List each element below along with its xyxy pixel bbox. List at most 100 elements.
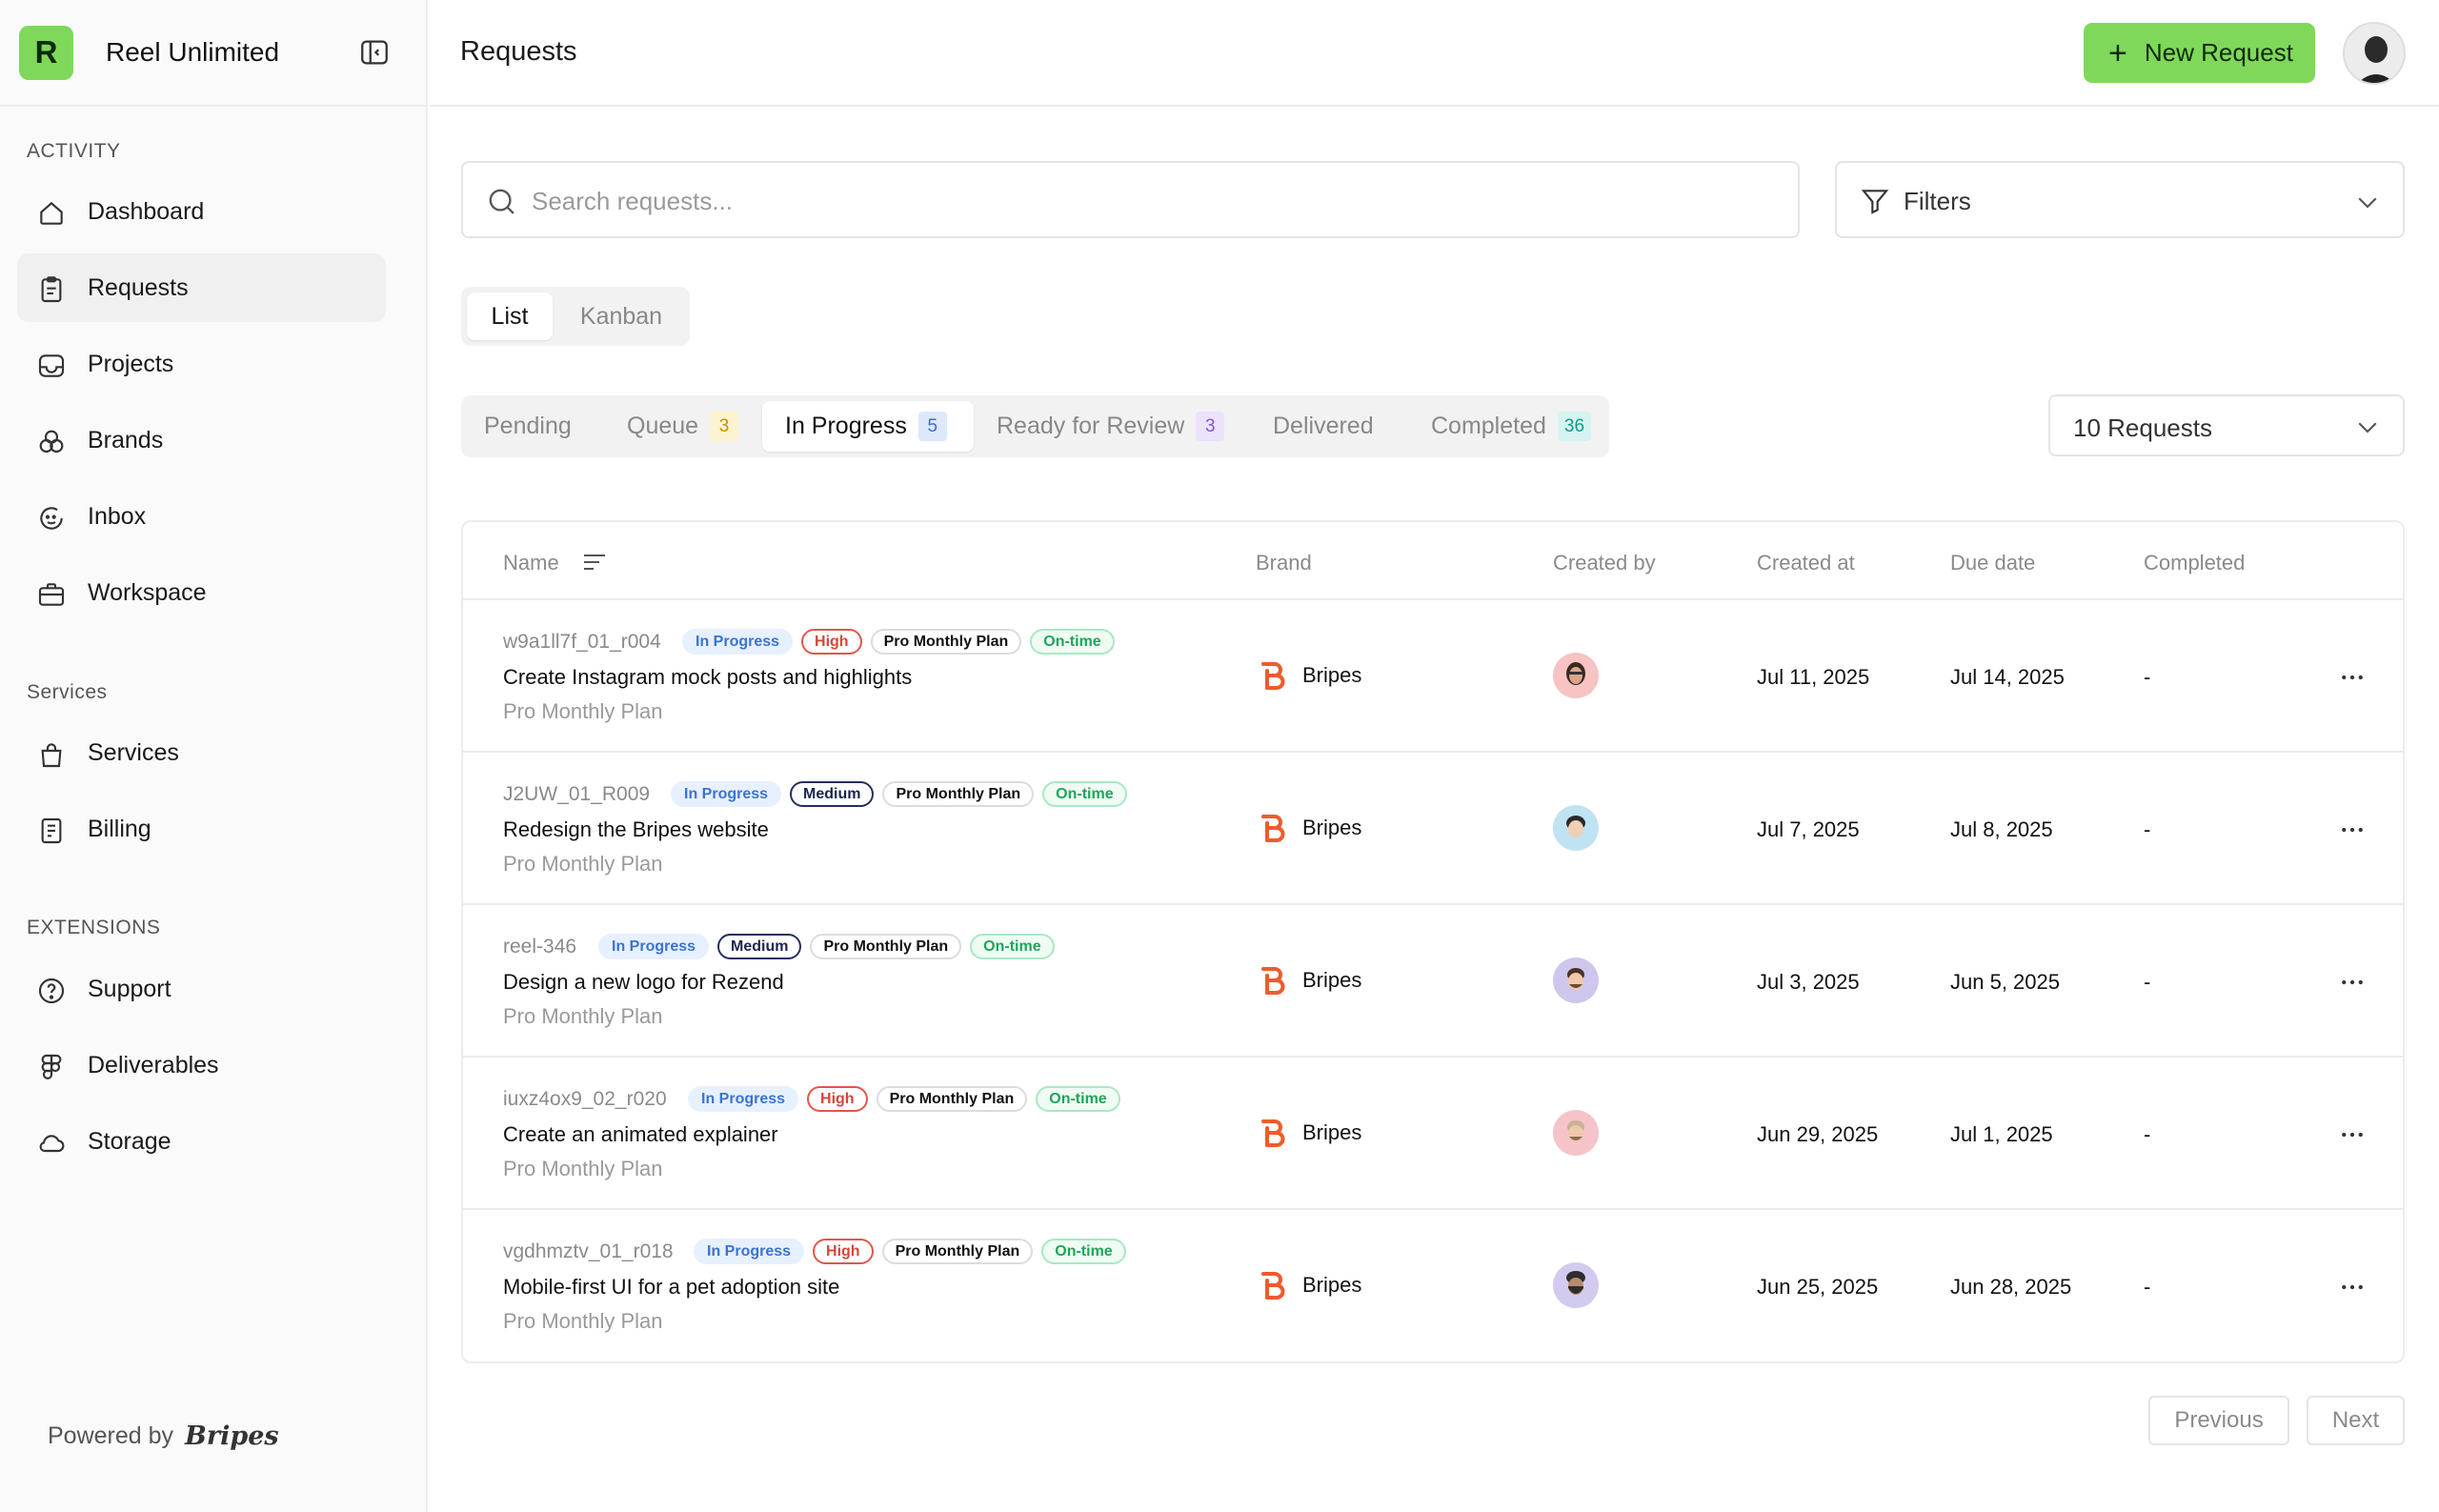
sidebar-toggle-icon[interactable] — [358, 36, 391, 69]
user-avatar[interactable] — [2343, 22, 2406, 85]
home-icon — [36, 198, 67, 229]
due-date: Jul 8, 2025 — [1950, 817, 2053, 841]
shopping-bag-icon — [36, 739, 67, 770]
search-input[interactable] — [532, 180, 1770, 222]
sidebar-item-inbox[interactable]: Inbox — [17, 482, 386, 551]
previous-page-button[interactable]: Previous — [2148, 1396, 2289, 1445]
completed-value: - — [2144, 817, 2151, 841]
request-id: reel-346 — [503, 936, 577, 958]
filters-dropdown[interactable]: Filters — [1835, 161, 2405, 238]
due-date: Jul 1, 2025 — [1950, 1122, 2053, 1146]
sidebar-item-support[interactable]: Support — [17, 955, 386, 1023]
sidebar-item-storage[interactable]: Storage — [17, 1107, 386, 1176]
priority-badge: High — [807, 1086, 868, 1112]
tab-label: Ready for Review — [997, 413, 1185, 439]
per-page-select[interactable]: 10 Requests — [2048, 394, 2405, 456]
created-at: Jun 25, 2025 — [1757, 1275, 1879, 1299]
tab-completed[interactable]: Completed 36 — [1420, 401, 1602, 452]
section-title-services: Services — [27, 681, 108, 703]
tab-queue[interactable]: Queue 3 — [615, 401, 750, 452]
table-row[interactable]: w9a1ll7f_01_r004 In Progress High Pro Mo… — [463, 600, 2403, 753]
request-chips: In Progress High Pro Monthly Plan On-tim… — [688, 1086, 1120, 1112]
sidebar-item-deliverables[interactable]: Deliverables — [17, 1031, 386, 1099]
tab-count-badge: 3 — [1196, 412, 1225, 441]
sidebar-divider — [0, 105, 428, 107]
next-page-button[interactable]: Next — [2307, 1396, 2405, 1445]
chat-icon — [36, 503, 67, 534]
status-badge: In Progress — [694, 1239, 805, 1264]
sidebar-item-dashboard[interactable]: Dashboard — [17, 177, 386, 246]
tab-delivered[interactable]: Delivered — [1261, 401, 1385, 452]
more-options-icon[interactable] — [2338, 1120, 2367, 1149]
app-logo: R — [19, 25, 73, 80]
sidebar-item-projects[interactable]: Projects — [17, 330, 386, 398]
app-brand[interactable]: R Reel Unlimited — [19, 25, 279, 80]
tab-in-progress[interactable]: In Progress 5 — [762, 401, 974, 452]
tab-label: Pending — [484, 413, 572, 439]
view-list-button[interactable]: List — [467, 292, 553, 340]
receipt-icon — [36, 816, 67, 846]
search-bar[interactable] — [461, 161, 1800, 238]
funnel-icon — [1860, 186, 1890, 216]
request-title[interactable]: Redesign the Bripes website — [503, 817, 769, 842]
request-title[interactable]: Design a new logo for Rezend — [503, 970, 784, 995]
sidebar-item-workspace[interactable]: Workspace — [17, 558, 386, 627]
created-at: Jul 3, 2025 — [1757, 970, 1860, 994]
request-chips: In Progress Medium Pro Monthly Plan On-t… — [671, 781, 1127, 807]
completed-value: - — [2144, 665, 2151, 689]
created-at: Jul 11, 2025 — [1757, 665, 1870, 689]
plan-badge: Pro Monthly Plan — [882, 781, 1035, 807]
request-id: iuxz4ox9_02_r020 — [503, 1088, 667, 1110]
completed-value: - — [2144, 1275, 2151, 1299]
view-kanban-button[interactable]: Kanban — [560, 292, 682, 340]
tab-ready-for-review[interactable]: Ready for Review 3 — [985, 401, 1236, 452]
more-options-icon[interactable] — [2338, 968, 2367, 997]
status-tabs: Pending Queue 3 In Progress 5 Ready for … — [461, 395, 1609, 457]
due-date: Jun 5, 2025 — [1950, 970, 2060, 994]
timing-badge: On-time — [970, 934, 1055, 959]
sidebar-item-label: Services — [88, 738, 179, 766]
brand-cell: Bripes — [1259, 659, 1361, 692]
sidebar-item-label: Requests — [88, 273, 189, 301]
page-title: Requests — [460, 36, 577, 67]
sidebar-item-brands[interactable]: Brands — [17, 406, 386, 474]
more-options-icon[interactable] — [2338, 816, 2367, 844]
sort-icon[interactable] — [581, 551, 608, 574]
brand-cell: Bripes — [1259, 1117, 1361, 1149]
sidebar-item-label: Deliverables — [88, 1051, 219, 1079]
table-row[interactable]: iuxz4ox9_02_r020 In Progress High Pro Mo… — [463, 1058, 2403, 1210]
more-options-icon[interactable] — [2338, 1273, 2367, 1301]
powered-by: Powered by Bripes — [48, 1421, 279, 1451]
table-row[interactable]: vgdhmztv_01_r018 In Progress High Pro Mo… — [463, 1210, 2403, 1361]
creator-avatar[interactable] — [1553, 805, 1599, 851]
creator-avatar[interactable] — [1553, 653, 1599, 698]
more-options-icon[interactable] — [2338, 663, 2367, 692]
creator-avatar[interactable] — [1553, 1262, 1599, 1308]
request-title[interactable]: Create Instagram mock posts and highligh… — [503, 665, 912, 690]
brand-cell: Bripes — [1259, 964, 1361, 997]
bripes-wordmark[interactable]: Bripes — [185, 1421, 279, 1451]
request-title[interactable]: Create an animated explainer — [503, 1122, 778, 1147]
timing-badge: On-time — [1030, 629, 1115, 655]
creator-avatar[interactable] — [1553, 958, 1599, 1003]
filters-label: Filters — [1904, 187, 1971, 215]
status-badge: In Progress — [598, 934, 710, 959]
sidebar-item-billing[interactable]: Billing — [17, 795, 386, 863]
request-chips: In Progress High Pro Monthly Plan On-tim… — [682, 629, 1115, 655]
column-header-name[interactable]: Name — [503, 551, 559, 575]
tab-pending[interactable]: Pending — [473, 401, 583, 452]
request-plan: Pro Monthly Plan — [503, 1004, 663, 1028]
request-title[interactable]: Mobile-first UI for a pet adoption site — [503, 1275, 839, 1300]
table-row[interactable]: J2UW_01_R009 In Progress Medium Pro Mont… — [463, 753, 2403, 905]
sidebar-item-services[interactable]: Services — [17, 718, 386, 787]
app-name: Reel Unlimited — [106, 37, 280, 67]
sidebar-item-requests[interactable]: Requests — [17, 253, 386, 322]
creator-avatar[interactable] — [1553, 1110, 1599, 1156]
timing-badge: On-time — [1042, 781, 1127, 807]
tab-label: Completed — [1431, 413, 1546, 439]
column-header-due-date: Due date — [1950, 551, 2036, 575]
sidebar-item-label: Support — [88, 975, 171, 1002]
table-row[interactable]: reel-346 In Progress Medium Pro Monthly … — [463, 905, 2403, 1058]
request-id: J2UW_01_R009 — [503, 783, 651, 805]
new-request-button[interactable]: + New Request — [2084, 23, 2315, 83]
